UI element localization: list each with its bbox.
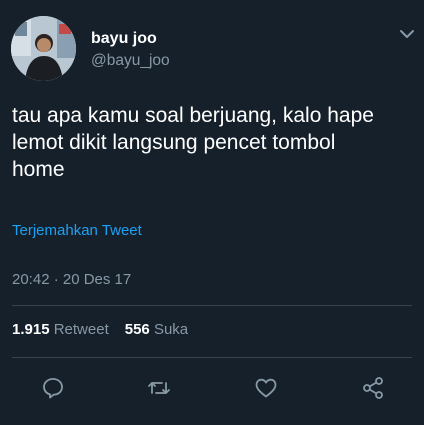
reply-icon[interactable] [40,375,66,401]
chevron-down-icon[interactable] [398,26,416,42]
divider [12,357,412,358]
share-icon[interactable] [360,375,386,401]
tweet-timestamp[interactable]: 20:42 · 20 Des 17 [12,271,131,289]
tweet-detail: bayu joo @bayu_joo tau apa kamu soal ber… [0,0,424,425]
like-count: 556 [124,321,150,338]
divider [12,305,412,306]
like-count-link[interactable]: 556 Suka [125,321,188,339]
translate-tweet-link[interactable]: Terjemahkan Tweet [12,222,142,240]
like-label: Suka [153,321,189,338]
display-name[interactable]: bayu joo [91,30,157,48]
user-handle[interactable]: @bayu_joo [91,52,170,70]
tweet-stats: 1.915 Retweet 556 Suka [12,321,188,339]
retweet-count: 1.915 [12,321,50,338]
action-bar [0,375,424,401]
retweet-icon[interactable] [146,375,172,401]
heart-icon[interactable] [253,375,279,401]
retweet-label: Retweet [53,321,109,338]
tweet-text: tau apa kamu soal berjuang, kalo hape le… [12,104,374,181]
avatar[interactable] [11,16,76,81]
retweet-count-link[interactable]: 1.915 Retweet [12,321,109,339]
